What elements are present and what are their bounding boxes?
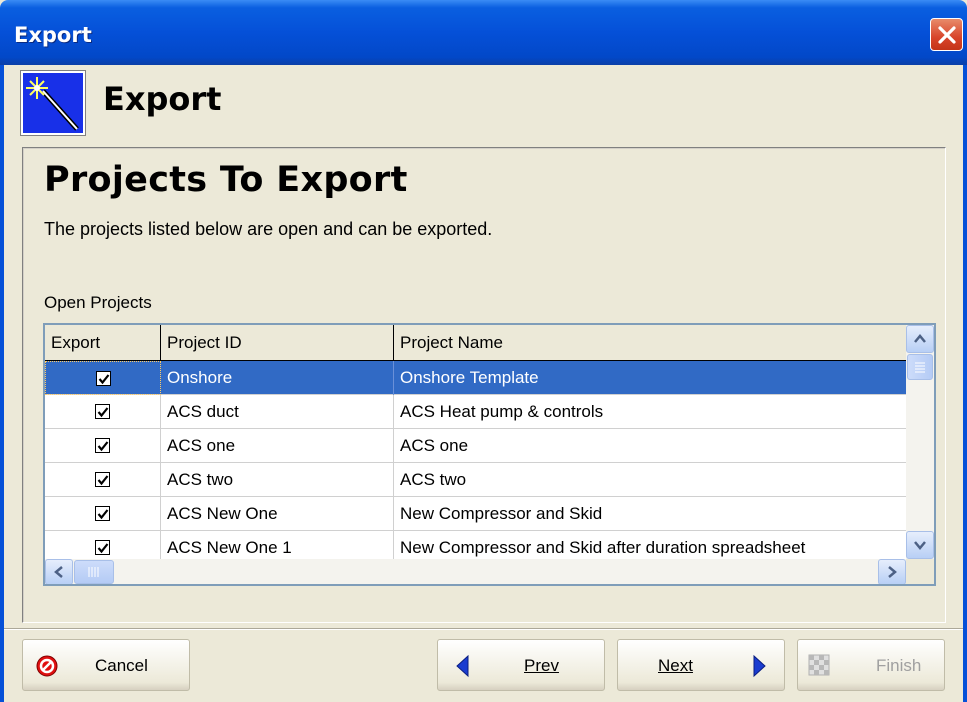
export-checkbox[interactable] <box>95 539 110 555</box>
column-header-project-id[interactable]: Project ID <box>161 325 394 361</box>
scroll-down-button[interactable] <box>906 531 934 559</box>
chevron-right-icon <box>888 566 897 578</box>
table-row[interactable]: ACS one ACS one <box>45 429 906 463</box>
scroll-left-button[interactable] <box>45 559 73 584</box>
table-row[interactable]: Onshore Onshore Template <box>45 361 906 395</box>
project-id-cell: ACS one <box>161 429 394 463</box>
column-header-project-name[interactable]: Project Name <box>394 325 906 361</box>
projects-grid[interactable]: Export Project ID Project Name Onshore On… <box>43 323 936 586</box>
grip-icon <box>88 567 99 577</box>
project-id-cell: ACS two <box>161 463 394 497</box>
project-id-cell: Onshore <box>161 361 394 395</box>
magic-wand-icon <box>20 70 86 136</box>
export-cell[interactable] <box>45 395 161 429</box>
close-button[interactable] <box>930 18 963 51</box>
scroll-right-button[interactable] <box>878 559 906 584</box>
scroll-up-button[interactable] <box>906 325 934 353</box>
arrow-right-icon <box>753 654 766 678</box>
table-row[interactable]: ACS duct ACS Heat pump & controls <box>45 395 906 429</box>
header-title: Export <box>103 80 222 118</box>
export-checkbox[interactable] <box>95 403 110 419</box>
cancel-label: Cancel <box>95 656 148 675</box>
project-name-cell: ACS Heat pump & controls <box>400 402 604 421</box>
export-cell[interactable] <box>45 497 161 531</box>
next-button[interactable]: Next <box>617 639 785 691</box>
open-projects-label: Open Projects <box>44 293 152 312</box>
project-name-cell: ACS one <box>400 436 469 455</box>
export-checkbox[interactable] <box>95 370 111 386</box>
chevron-down-icon <box>914 541 926 550</box>
project-name-cell: Onshore Template <box>400 368 539 387</box>
horizontal-scrollbar[interactable] <box>45 559 934 584</box>
column-header-export[interactable]: Export <box>45 325 161 361</box>
project-id-cell: ACS duct <box>161 395 394 429</box>
export-checkbox[interactable] <box>95 505 110 521</box>
export-checkbox[interactable] <box>95 437 110 453</box>
grip-icon <box>915 362 925 373</box>
window-frame-right <box>963 65 967 702</box>
title-bar[interactable]: Export <box>0 0 967 65</box>
window-frame-left <box>0 65 4 702</box>
finish-label: Finish <box>876 656 922 675</box>
checkered-flag-icon <box>808 654 830 676</box>
table-row[interactable]: ACS New One New Compressor and Skid <box>45 497 906 531</box>
grid-header: Export Project ID Project Name <box>45 325 906 361</box>
project-name-cell: ACS two <box>400 470 467 489</box>
page-title: Projects To Export <box>44 160 408 200</box>
vertical-scrollbar[interactable] <box>906 325 934 559</box>
window-title: Export <box>14 23 92 47</box>
chevron-left-icon <box>54 566 63 578</box>
scrollbar-corner <box>906 559 934 584</box>
export-cell[interactable] <box>45 361 161 395</box>
table-row[interactable]: ACS two ACS two <box>45 463 906 497</box>
cancel-icon <box>36 655 58 677</box>
export-cell[interactable] <box>45 463 161 497</box>
page-description: The projects listed below are open and c… <box>44 219 493 239</box>
next-label: Next <box>658 656 693 675</box>
chevron-up-icon <box>914 334 926 343</box>
finish-button[interactable]: Finish <box>797 639 945 691</box>
prev-label: Prev <box>524 656 559 675</box>
footer-divider <box>4 628 963 630</box>
project-id-cell: ACS New One <box>161 497 394 531</box>
project-name-cell: New Compressor and Skid <box>400 504 603 523</box>
arrow-left-icon <box>456 654 469 678</box>
prev-button[interactable]: Prev <box>437 639 605 691</box>
export-checkbox[interactable] <box>95 471 110 487</box>
cancel-button[interactable]: Cancel <box>22 639 190 691</box>
horizontal-scroll-thumb[interactable] <box>74 560 114 584</box>
export-cell[interactable] <box>45 429 161 463</box>
vertical-scroll-thumb[interactable] <box>907 354 933 380</box>
close-icon <box>938 26 956 44</box>
